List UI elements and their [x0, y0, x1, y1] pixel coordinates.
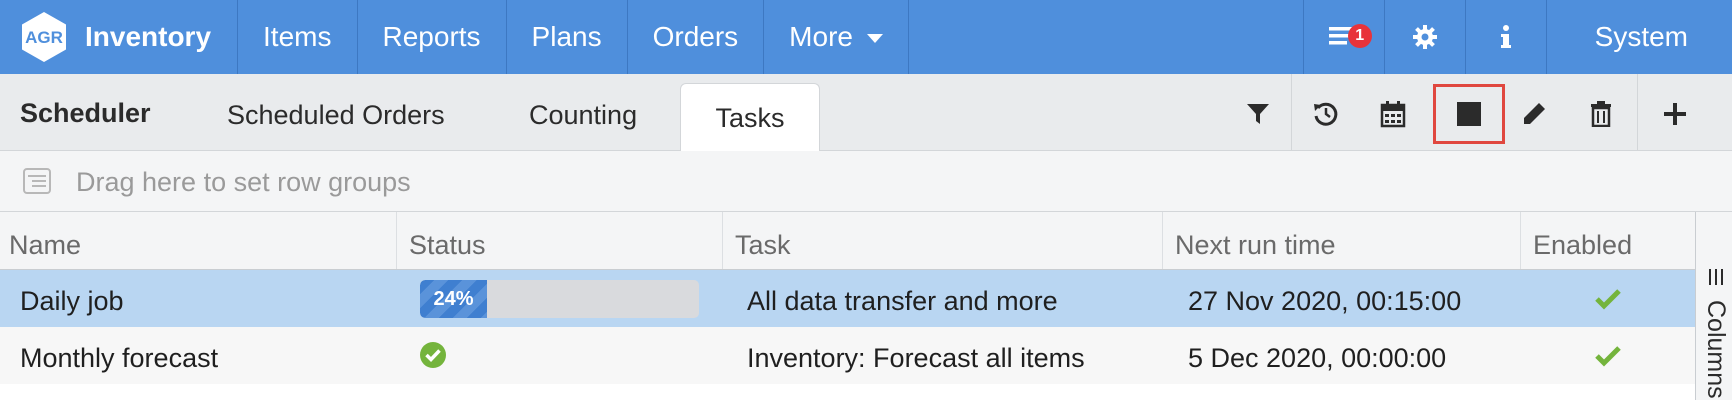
nav-item-label: More — [789, 21, 853, 52]
row-groups-icon — [23, 168, 51, 194]
cell-name: Daily job — [20, 286, 124, 316]
notification-badge: 1 — [1347, 24, 1372, 48]
nav-item-orders[interactable]: Orders — [628, 0, 765, 74]
stop-icon — [1457, 102, 1481, 126]
column-header-next-run-time[interactable]: Next run time — [1175, 230, 1336, 261]
tab-counting[interactable]: Counting — [529, 100, 637, 131]
grid-header: Name Status Task Next run time Enabled — [0, 212, 1695, 270]
progress-fill: 24% — [420, 280, 487, 318]
table-row[interactable]: Daily job 24% All data transfer and more… — [0, 270, 1695, 327]
plus-icon — [1664, 103, 1686, 125]
nav-item-label: Items — [263, 21, 332, 52]
edit-icon — [1524, 103, 1545, 124]
toolbar-divider — [1291, 74, 1292, 150]
brand[interactable]: AGR Inventory — [0, 0, 239, 74]
chevron-down-icon — [866, 33, 883, 43]
info-button[interactable] — [1464, 0, 1546, 74]
cell-task: Inventory: Forecast all items — [747, 343, 1085, 373]
tab-bar: Scheduler Scheduled Orders Counting Task… — [0, 74, 1732, 152]
column-resize-handle[interactable] — [1520, 212, 1521, 269]
column-header-task[interactable]: Task — [735, 230, 791, 261]
nav-item-label: Plans — [531, 21, 602, 52]
app-name: Inventory — [85, 21, 212, 52]
toolbar-divider — [1637, 74, 1638, 150]
column-header-name[interactable]: Name — [9, 230, 81, 261]
check-circle-icon — [420, 342, 446, 368]
cell-next-run-time: 5 Dec 2020, 00:00:00 — [1188, 343, 1447, 373]
gear-icon — [1412, 25, 1437, 49]
enabled-check-icon — [1595, 289, 1621, 310]
enabled-check-icon — [1595, 346, 1621, 367]
stop-button[interactable] — [1449, 94, 1489, 134]
trash-icon — [1591, 101, 1611, 127]
row-group-placeholder: Drag here to set row groups — [76, 167, 411, 197]
logo-text: AGR — [25, 28, 63, 47]
calendar-button[interactable] — [1373, 94, 1413, 134]
nav-item-label: Orders — [652, 21, 739, 52]
tab-scheduled-orders[interactable]: Scheduled Orders — [227, 100, 445, 131]
add-button[interactable] — [1655, 94, 1695, 134]
status-progress-bar: 24% — [420, 280, 699, 318]
filter-button[interactable] — [1238, 94, 1278, 134]
column-header-status[interactable]: Status — [409, 230, 486, 261]
columns-icon — [1709, 269, 1723, 285]
history-icon — [1314, 102, 1338, 126]
column-resize-handle[interactable] — [722, 212, 723, 269]
section-title: Scheduler — [20, 98, 151, 128]
cell-name: Monthly forecast — [20, 343, 219, 373]
progress-label: 24% — [433, 287, 474, 310]
column-resize-handle[interactable] — [1162, 212, 1163, 269]
table-row[interactable]: Monthly forecast Inventory: Forecast all… — [0, 327, 1695, 384]
nav-item-items[interactable]: Items — [238, 0, 358, 74]
column-header-enabled[interactable]: Enabled — [1533, 230, 1632, 261]
cell-next-run-time: 27 Nov 2020, 00:15:00 — [1188, 286, 1462, 316]
info-icon — [1500, 25, 1511, 48]
nav-item-label: Reports — [382, 21, 481, 52]
tab-tasks[interactable]: Tasks — [680, 83, 820, 152]
system-menu[interactable]: System — [1545, 0, 1732, 74]
notifications-button[interactable]: 1 — [1302, 0, 1384, 74]
columns-panel-label: Columns — [1702, 300, 1730, 399]
top-nav: AGR Inventory Items Reports Plans Orders… — [0, 0, 1732, 74]
nav-item-plans[interactable]: Plans — [507, 0, 628, 74]
calendar-icon — [1380, 101, 1406, 128]
delete-button[interactable] — [1581, 94, 1621, 134]
column-resize-handle[interactable] — [396, 212, 397, 269]
filter-icon — [1247, 104, 1269, 124]
nav-item-reports[interactable]: Reports — [358, 0, 507, 74]
tab-label: Tasks — [715, 102, 785, 133]
nav-item-more[interactable]: More — [764, 0, 909, 74]
settings-button[interactable] — [1383, 0, 1465, 74]
columns-side-panel-tab[interactable]: Columns — [1695, 212, 1732, 400]
history-button[interactable] — [1306, 94, 1346, 134]
row-group-drop-zone[interactable]: Drag here to set row groups — [0, 151, 1732, 212]
system-label: System — [1594, 21, 1688, 52]
agr-logo-icon: AGR — [22, 12, 66, 62]
edit-button[interactable] — [1514, 94, 1554, 134]
cell-task: All data transfer and more — [747, 286, 1058, 316]
